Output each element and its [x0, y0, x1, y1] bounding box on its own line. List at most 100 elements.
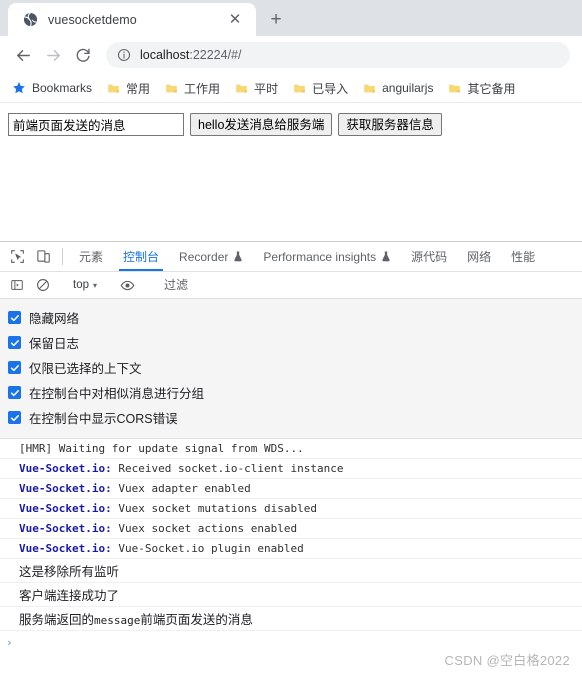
- checkbox-checked-icon[interactable]: [8, 361, 21, 374]
- forward-button[interactable]: [38, 40, 68, 70]
- chevron-down-icon: ▾: [93, 280, 98, 290]
- toolbar-divider: [62, 248, 63, 265]
- console-toolbar: top ▾: [0, 272, 582, 299]
- tab-recorder[interactable]: Recorder: [169, 242, 253, 271]
- log-row[interactable]: 服务端返回的message前端页面发送的消息: [0, 607, 582, 631]
- message-input[interactable]: [8, 113, 184, 136]
- log-tag: Vue-Socket.io:: [19, 522, 112, 535]
- filter-input[interactable]: [159, 275, 578, 295]
- tab-label: Performance insights: [263, 249, 377, 264]
- bookmark-item-4[interactable]: 已导入: [286, 77, 354, 99]
- tab-elements[interactable]: 元素: [69, 242, 113, 271]
- address-bar[interactable]: localhost:22224/#/: [106, 42, 570, 68]
- log-tag: Vue-Socket.io:: [19, 482, 112, 495]
- console-sidebar-icon[interactable]: [4, 278, 30, 292]
- log-row[interactable]: Vue-Socket.io: Received socket.io-client…: [0, 459, 582, 479]
- setting-label: 在控制台中对相似消息进行分组: [29, 387, 205, 401]
- bookmark-item-2[interactable]: 工作用: [158, 77, 226, 99]
- bookmark-label: 常用: [126, 81, 151, 96]
- url-text: localhost:22224/#/: [140, 48, 241, 62]
- folder-icon: [106, 81, 120, 95]
- live-expression-eye-icon[interactable]: [114, 278, 140, 293]
- console-log-list[interactable]: [HMR] Waiting for update signal from WDS…: [0, 439, 582, 677]
- log-row[interactable]: Vue-Socket.io: Vue-Socket.io plugin enab…: [0, 539, 582, 559]
- bookmark-label: 其它备用: [467, 81, 516, 96]
- folder-icon: [447, 81, 461, 95]
- tab-performance-insights[interactable]: Performance insights: [253, 242, 401, 271]
- url-path: :22224/#/: [189, 48, 242, 62]
- tab-console[interactable]: 控制台: [113, 242, 169, 271]
- tab-title: vuesocketdemo: [48, 12, 137, 27]
- bookmark-item-6[interactable]: 其它备用: [441, 77, 521, 99]
- page-content: hello发送消息给服务端 获取服务器信息: [0, 103, 582, 241]
- log-row[interactable]: [HMR] Waiting for update signal from WDS…: [0, 439, 582, 459]
- bookmark-label: 平时: [254, 81, 279, 96]
- new-tab-button[interactable]: +: [262, 5, 290, 33]
- star-icon: [12, 81, 26, 95]
- prompt-caret-icon: ›: [6, 635, 13, 649]
- reload-button[interactable]: [68, 40, 98, 70]
- setting-label: 在控制台中显示CORS错误: [29, 412, 178, 426]
- context-value: top: [73, 279, 89, 291]
- checkbox-checked-icon[interactable]: [8, 386, 21, 399]
- send-message-button[interactable]: hello发送消息给服务端: [190, 113, 333, 136]
- flask-icon: [381, 251, 391, 262]
- execution-context-selector[interactable]: top ▾: [69, 279, 101, 291]
- log-message: Vue-Socket.io: Vuex socket mutations dis…: [19, 502, 317, 515]
- bookmark-item-5[interactable]: anguilarjs: [356, 77, 439, 99]
- tab-sources[interactable]: 源代码: [401, 242, 457, 271]
- console-settings-panel: 隐藏网络 保留日志 仅限已选择的上下文 在控制台中对相似消息进行分组 在控制台中…: [0, 299, 582, 439]
- setting-group-similar[interactable]: 在控制台中对相似消息进行分组: [0, 380, 582, 405]
- folder-icon: [164, 81, 178, 95]
- bookmark-item-3[interactable]: 平时: [228, 77, 284, 99]
- fetch-server-info-button[interactable]: 获取服务器信息: [338, 113, 442, 136]
- log-row[interactable]: 客户端连接成功了: [0, 583, 582, 607]
- device-toolbar-icon[interactable]: [30, 242, 56, 271]
- checkbox-checked-icon[interactable]: [8, 311, 21, 324]
- log-message: Vue-Socket.io: Received socket.io-client…: [19, 462, 344, 475]
- bookmark-item-bookmarks[interactable]: Bookmarks: [6, 77, 98, 99]
- info-circle-icon[interactable]: [116, 48, 131, 63]
- setting-hide-network[interactable]: 隐藏网络: [0, 305, 582, 330]
- tab-label: 元素: [79, 250, 104, 264]
- setting-selected-context-only[interactable]: 仅限已选择的上下文: [0, 355, 582, 380]
- log-row[interactable]: Vue-Socket.io: Vuex socket actions enabl…: [0, 519, 582, 539]
- log-text: Vuex adapter enabled: [111, 482, 251, 495]
- log-text: Vue-Socket.io plugin enabled: [111, 542, 304, 555]
- tab-performance[interactable]: 性能: [501, 242, 545, 271]
- log-row[interactable]: 这是移除所有监听: [0, 559, 582, 583]
- bookmark-label: 已导入: [312, 81, 349, 96]
- browser-tab[interactable]: vuesocketdemo ✕: [8, 3, 256, 36]
- tab-label: 网络: [467, 250, 492, 264]
- tab-network[interactable]: 网络: [457, 242, 501, 271]
- console-prompt[interactable]: ›: [0, 631, 582, 653]
- setting-label: 保留日志: [29, 337, 80, 351]
- inspect-element-icon[interactable]: [4, 242, 30, 271]
- log-row[interactable]: Vue-Socket.io: Vuex adapter enabled: [0, 479, 582, 499]
- checkbox-checked-icon[interactable]: [8, 336, 21, 349]
- log-text: Received socket.io-client instance: [111, 462, 344, 475]
- folder-icon: [362, 81, 376, 95]
- setting-show-cors-errors[interactable]: 在控制台中显示CORS错误: [0, 405, 582, 430]
- log-tag: Vue-Socket.io:: [19, 462, 112, 475]
- close-icon[interactable]: ✕: [226, 11, 244, 29]
- setting-preserve-log[interactable]: 保留日志: [0, 330, 582, 355]
- log-text-post: 前端页面发送的消息: [140, 613, 253, 627]
- log-message: 客户端连接成功了: [19, 589, 120, 603]
- clear-console-icon[interactable]: [30, 278, 56, 292]
- log-message: Vue-Socket.io: Vuex socket actions enabl…: [19, 522, 297, 535]
- devtools-panel: 元素 控制台 Recorder Performance insights 源代码: [0, 241, 582, 677]
- tab-label: 源代码: [411, 250, 448, 264]
- log-text: Vuex socket mutations disabled: [111, 502, 318, 515]
- checkbox-checked-icon[interactable]: [8, 411, 21, 424]
- bookmark-item-1[interactable]: 常用: [100, 77, 156, 99]
- log-row[interactable]: Vue-Socket.io: Vuex socket mutations dis…: [0, 499, 582, 519]
- bookmark-label: Bookmarks: [32, 81, 93, 95]
- log-message: [HMR] Waiting for update signal from WDS…: [19, 442, 304, 455]
- tab-strip: vuesocketdemo ✕ +: [0, 0, 582, 36]
- folder-icon: [292, 81, 306, 95]
- log-text: Vuex socket actions enabled: [111, 522, 298, 535]
- bookmarks-bar: Bookmarks 常用 工作用 平时 已导入 anguilarjs 其它备用: [0, 74, 582, 103]
- bookmark-label: 工作用: [184, 81, 221, 96]
- back-button[interactable]: [8, 40, 38, 70]
